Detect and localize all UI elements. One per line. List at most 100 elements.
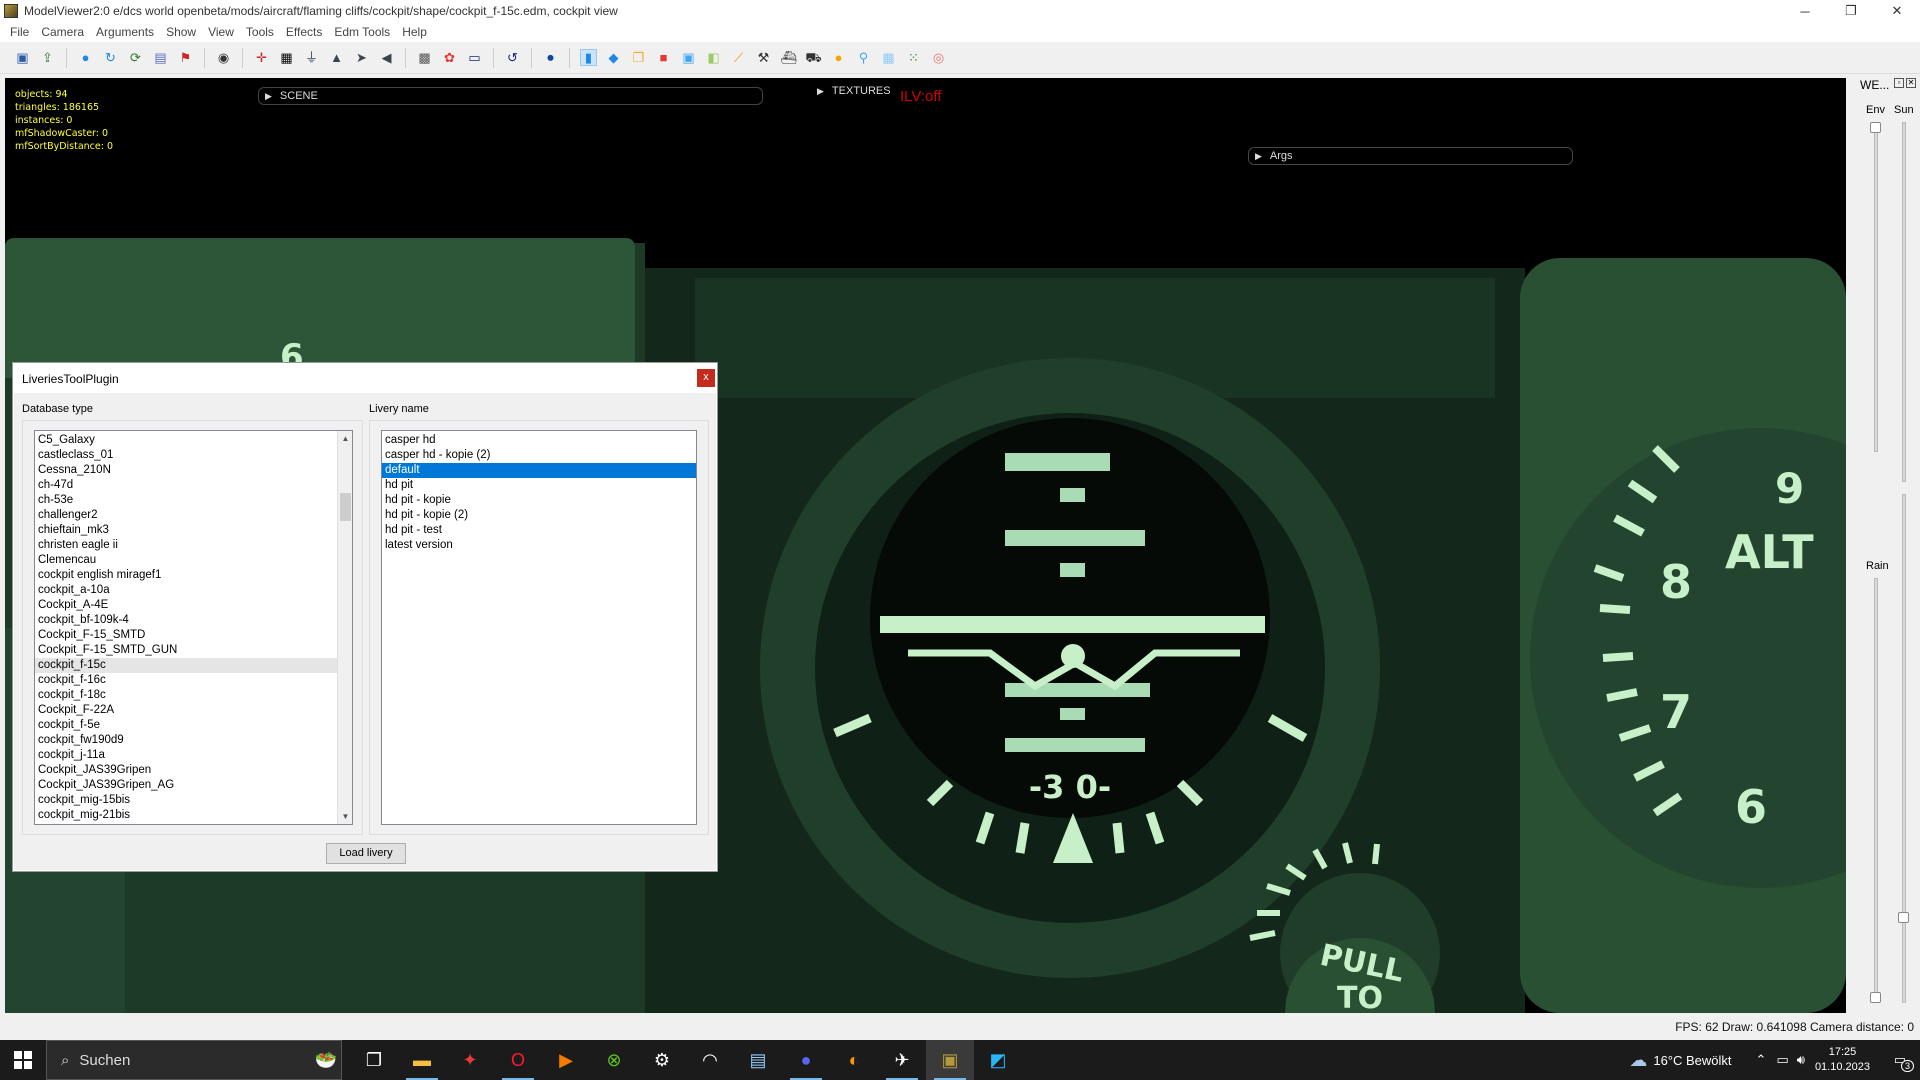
windows-start-button[interactable] <box>0 1040 46 1080</box>
save-icon[interactable]: ▣ <box>14 49 31 66</box>
headset-icon[interactable]: ◠ <box>686 1040 734 1080</box>
car-icon[interactable]: ⛟ <box>805 49 822 66</box>
bones-icon[interactable]: ⚲ <box>855 49 872 66</box>
chart-icon[interactable]: ▮ <box>580 49 597 66</box>
database-list-item[interactable]: christen eagle ii <box>35 538 352 553</box>
notepad-icon[interactable]: ▤ <box>734 1040 782 1080</box>
network-icon[interactable]: ▭ <box>1776 1052 1788 1068</box>
livery-list-item[interactable]: hd pit <box>382 478 696 493</box>
database-list-item[interactable]: Cockpit_A-4E <box>35 598 352 613</box>
livery-list-item[interactable]: casper hd <box>382 433 696 448</box>
reload-icon[interactable]: ⟳ <box>127 49 144 66</box>
database-list-item[interactable]: cockpit_bf-109k-4 <box>35 613 352 628</box>
database-list-item[interactable]: chieftain_mk3 <box>35 523 352 538</box>
database-list-item[interactable]: Cockpit_JAS39Gripen_AG <box>35 778 352 793</box>
panel-float-button[interactable]: ▫ <box>1894 78 1904 88</box>
menu-arguments[interactable]: Arguments <box>92 25 162 39</box>
livery-list[interactable]: casper hd casper hd - kopie (2) default hd … <box>381 430 697 825</box>
dots-icon[interactable]: ⁙ <box>905 49 922 66</box>
database-list-item[interactable]: ch-47d <box>35 478 352 493</box>
database-list-item[interactable]: Cockpit_JAS39Gripen <box>35 763 352 778</box>
player-icon[interactable]: ▶ <box>542 1040 590 1080</box>
app-red-icon[interactable]: ✦ <box>446 1040 494 1080</box>
menu-view[interactable]: View <box>204 25 242 39</box>
xbox-icon[interactable]: ⊗ <box>590 1040 638 1080</box>
pdf-icon[interactable]: ⚑ <box>177 49 194 66</box>
livery-list-item[interactable]: default <box>382 463 696 478</box>
scroll-up-icon[interactable]: ▲ <box>338 431 352 446</box>
menu-file[interactable]: File <box>6 25 37 39</box>
app-orange-icon[interactable]: ◐ <box>830 1040 878 1080</box>
database-list-item[interactable]: cockpit_j-11a <box>35 748 352 763</box>
crosshair-icon[interactable]: ✛ <box>253 49 270 66</box>
database-list-item[interactable]: Cessna_210N <box>35 463 352 478</box>
paint-icon[interactable]: ◩ <box>974 1040 1022 1080</box>
refresh-icon[interactable]: ↻ <box>102 49 119 66</box>
database-list-item[interactable]: Cockpit_F-15_SMTD <box>35 628 352 643</box>
arrow-icon[interactable]: ➤ <box>353 49 370 66</box>
database-list-scrollbar[interactable]: ▲ ▼ <box>337 431 352 824</box>
database-list-item[interactable]: cockpit_mig-15bis <box>35 793 352 808</box>
scene-expander[interactable]: ▶ SCENE <box>258 87 763 105</box>
env-slider[interactable] <box>1870 122 1881 133</box>
sun-slider[interactable] <box>1898 912 1909 923</box>
record-icon[interactable]: ⏺ <box>542 49 559 66</box>
menu-tools[interactable]: Tools <box>242 25 282 39</box>
livery-list-item[interactable]: hd pit - kopie <box>382 493 696 508</box>
database-list-item[interactable]: cockpit_fw190d9 <box>35 733 352 748</box>
dialog-close-button[interactable]: x <box>697 369 715 387</box>
notification-button[interactable]: ▭ 3 <box>1880 1052 1920 1072</box>
task-view-icon[interactable]: ❐ <box>350 1040 398 1080</box>
minimize-button[interactable]: ─ <box>1782 0 1828 22</box>
database-list[interactable]: C5_Galaxy castleclass_01 Cessna_210N ch-47d… <box>34 430 353 825</box>
database-list-item[interactable]: cockpit_f-5e <box>35 718 352 733</box>
layers-icon[interactable]: ▣ <box>680 49 697 66</box>
livery-list-item[interactable]: latest version <box>382 538 696 553</box>
cube-icon[interactable]: ◆ <box>605 49 622 66</box>
database-list-item[interactable]: cockpit_f-18c <box>35 688 352 703</box>
database-list-item[interactable]: cockpit_f-15c <box>35 658 352 673</box>
target-icon[interactable]: ◎ <box>930 49 947 66</box>
database-list-item[interactable]: cockpit_mig-21bis <box>35 808 352 823</box>
database-list-item[interactable]: cockpit_f-16c <box>35 673 352 688</box>
panel-close-button[interactable]: ✕ <box>1906 78 1916 88</box>
volume-icon[interactable]: 🔊︎ <box>1797 1052 1805 1068</box>
settings-icon[interactable]: ⚙ <box>638 1040 686 1080</box>
sun-icon[interactable]: ● <box>830 49 847 66</box>
livery-list-item[interactable]: hd pit - test <box>382 523 696 538</box>
database-list-item[interactable]: Clemencau <box>35 553 352 568</box>
database-list-item[interactable]: ch-53e <box>35 493 352 508</box>
discord-icon[interactable]: ● <box>782 1040 830 1080</box>
weather-text[interactable]: 16°C Bewölkt <box>1653 1053 1731 1068</box>
tools-icon[interactable]: ⚒ <box>755 49 772 66</box>
dcs-icon[interactable]: ✈ <box>878 1040 926 1080</box>
colors-icon[interactable]: ✿ <box>441 49 458 66</box>
graph-icon[interactable]: ⟋ <box>730 49 747 66</box>
menu-help[interactable]: Help <box>398 25 435 39</box>
database-list-item[interactable]: cockpit_a-10a <box>35 583 352 598</box>
load-livery-button[interactable]: Load livery <box>326 843 406 864</box>
ship-icon[interactable]: ⛴ <box>780 49 797 66</box>
database-list-item[interactable]: cockpit english miragef1 <box>35 568 352 583</box>
scroll-thumb[interactable] <box>340 493 351 521</box>
livery-list-item[interactable]: hd pit - kopie (2) <box>382 508 696 523</box>
database-list-item[interactable]: Cockpit_F-22A <box>35 703 352 718</box>
explorer-icon[interactable]: ▬ <box>398 1040 446 1080</box>
close-button[interactable]: ✕ <box>1874 0 1920 22</box>
mesh-icon[interactable]: ▦ <box>880 49 897 66</box>
opera-icon[interactable]: O <box>494 1040 542 1080</box>
copy-icon[interactable]: ❐ <box>630 49 647 66</box>
undo-icon[interactable]: ↺ <box>504 49 521 66</box>
modelviewer-icon[interactable]: ▣ <box>926 1040 974 1080</box>
paint-icon[interactable]: ◧ <box>705 49 722 66</box>
clock[interactable]: 17:25 01.10.2023 <box>1815 1045 1870 1075</box>
database-list-item[interactable]: Cockpit_F-15_SMTD_GUN <box>35 643 352 658</box>
database-list-item[interactable]: challenger2 <box>35 508 352 523</box>
cone-icon[interactable]: ▲ <box>328 49 345 66</box>
filter-icon[interactable]: ⏚ <box>303 49 320 66</box>
restore-button[interactable]: ❐ <box>1828 0 1874 22</box>
menu-camera[interactable]: Camera <box>37 25 92 39</box>
scroll-down-icon[interactable]: ▼ <box>338 809 352 824</box>
texture-icon[interactable]: ▩ <box>416 49 433 66</box>
database-list-item[interactable]: C5_Galaxy <box>35 433 352 448</box>
